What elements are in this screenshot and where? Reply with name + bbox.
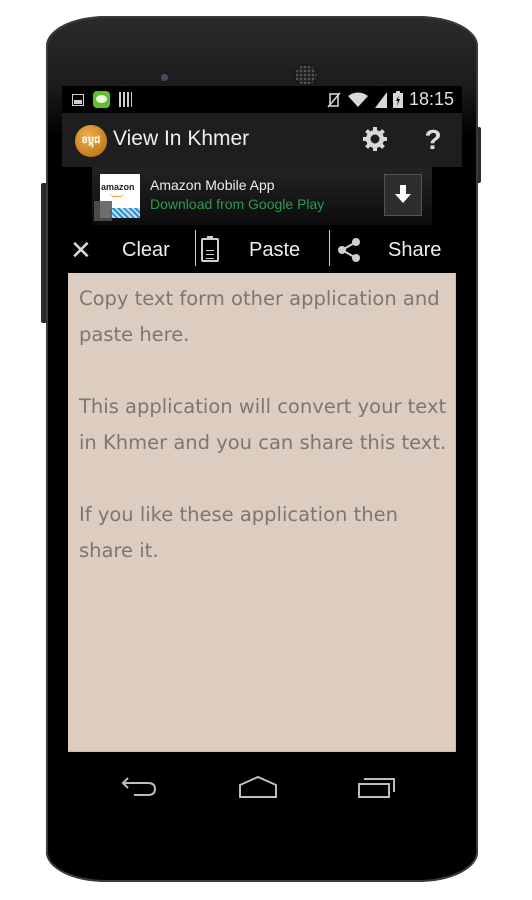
ad-download-button[interactable] — [384, 174, 422, 216]
status-bar: 18:15 — [62, 86, 462, 113]
notification-icons — [72, 91, 132, 108]
barcode-icon — [119, 92, 132, 107]
ad-title: Amazon Mobile App — [150, 177, 275, 193]
home-icon — [239, 775, 277, 798]
share-button[interactable]: Share — [336, 227, 441, 273]
home-button[interactable] — [237, 774, 287, 804]
battery-charging-icon — [392, 91, 403, 108]
amazon-logo-text: amazon — [101, 182, 135, 192]
help-button[interactable]: ? — [418, 123, 448, 157]
system-icons: 18:15 — [327, 89, 454, 110]
clock: 18:15 — [408, 89, 454, 109]
navigation-bar — [62, 752, 462, 836]
cart-graphic — [110, 208, 140, 218]
recent-apps-button[interactable] — [356, 774, 406, 804]
ad-banner[interactable]: amazon Amazon Mobile App Download from G… — [62, 167, 462, 227]
settings-button[interactable] — [360, 125, 390, 155]
ad-info-icon[interactable] — [94, 201, 112, 221]
paste-label: Paste — [249, 238, 301, 261]
download-arrow-icon — [395, 185, 411, 203]
clipboard-icon — [201, 236, 219, 262]
app-logo[interactable]: ខម្ពុជ — [75, 125, 107, 157]
text-input-placeholder: Copy text form other application and pas… — [79, 287, 447, 562]
screen: 18:15 ខម្ពុជ View In Khmer ? amazon Amaz… — [62, 86, 462, 836]
share-label: Share — [388, 238, 442, 261]
front-camera — [161, 74, 168, 81]
toolbar: ✕ Clear Paste Share — [62, 227, 462, 273]
back-icon — [121, 777, 157, 796]
toolbar-divider — [195, 230, 196, 266]
share-icon — [338, 238, 360, 262]
action-bar: ខម្ពុជ View In Khmer ? — [62, 113, 462, 167]
earpiece-speaker — [295, 65, 317, 85]
signal-icon — [374, 91, 387, 108]
back-button[interactable] — [120, 774, 170, 804]
clear-button[interactable]: ✕ Clear — [70, 227, 170, 273]
paste-button[interactable]: Paste — [201, 227, 300, 273]
recent-apps-icon — [358, 778, 395, 798]
app-title: View In Khmer — [113, 127, 250, 150]
amazon-smile — [110, 193, 124, 197]
image-notification-icon — [72, 93, 84, 106]
close-icon: ✕ — [70, 235, 92, 265]
toolbar-divider — [329, 230, 330, 266]
ad-subtitle: Download from Google Play — [150, 196, 325, 212]
text-input-area[interactable]: Copy text form other application and pas… — [68, 273, 456, 752]
vibrate-off-icon — [327, 91, 341, 108]
ad-panel[interactable]: amazon Amazon Mobile App Download from G… — [92, 167, 432, 225]
clear-label: Clear — [122, 238, 170, 261]
line-app-icon — [93, 91, 110, 108]
gear-icon — [363, 127, 387, 151]
wifi-icon — [347, 92, 368, 107]
